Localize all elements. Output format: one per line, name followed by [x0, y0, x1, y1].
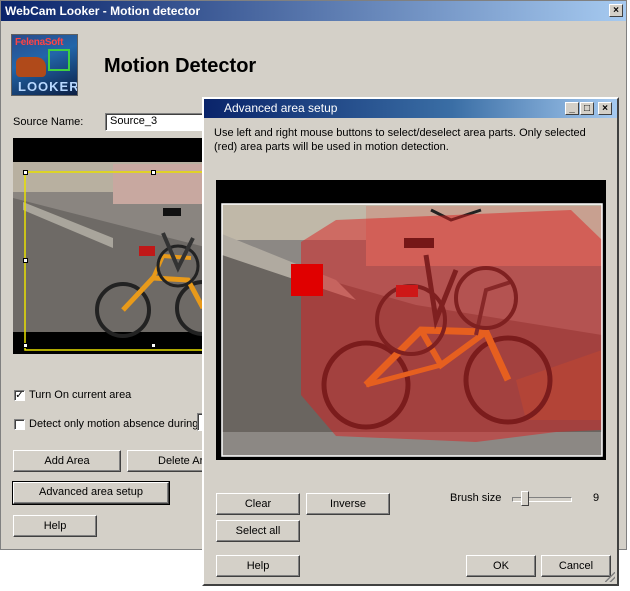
ok-button[interactable]: OK	[466, 555, 536, 577]
logo-car-icon	[16, 57, 46, 77]
advanced-area-dialog: Advanced area setup _ □ × Use left and r…	[202, 97, 619, 586]
clear-button[interactable]: Clear	[216, 493, 300, 515]
camera-preview[interactable]	[13, 138, 209, 354]
area-handle-bm[interactable]	[151, 343, 156, 348]
dialog-title: Advanced area setup	[224, 101, 338, 115]
logo-top-text: FelenaSoft	[15, 37, 64, 48]
dialog-maximize-button[interactable]: □	[580, 102, 594, 115]
main-help-button[interactable]: Help	[13, 515, 97, 537]
resize-grip-icon[interactable]	[605, 572, 615, 582]
dialog-instructions: Use left and right mouse buttons to sele…	[214, 127, 586, 153]
inverse-button[interactable]: Inverse	[306, 493, 390, 515]
dialog-titlebar[interactable]: Advanced area setup	[204, 99, 617, 118]
brush-size-value: 9	[593, 492, 600, 504]
area-handle-ml[interactable]	[23, 258, 28, 263]
motion-absence-label: Detect only motion absence during	[29, 418, 199, 430]
area-handle-bl[interactable]	[23, 343, 28, 348]
area-editor-canvas[interactable]	[216, 180, 606, 460]
page-heading: Motion Detector	[104, 55, 257, 77]
main-close-button[interactable]: ×	[609, 4, 623, 17]
selected-area-overlay	[301, 210, 602, 442]
brush-size-label: Brush size	[450, 492, 502, 504]
motion-absence-checkbox[interactable]	[14, 419, 25, 430]
dialog-minimize-button[interactable]: _	[565, 102, 579, 115]
turn-on-area-label: Turn On current area	[29, 389, 132, 401]
source-name-label: Source Name:	[13, 116, 84, 128]
area-handle-tm[interactable]	[151, 170, 156, 175]
dialog-close-button[interactable]: ×	[598, 102, 612, 115]
camera-preview-image	[13, 162, 209, 351]
brush-size-slider[interactable]	[510, 490, 574, 508]
brush-cursor	[291, 264, 323, 296]
area-editor-image	[221, 203, 603, 457]
app-logo: FelenaSoft LOOKER	[11, 34, 78, 96]
select-all-button[interactable]: Select all	[216, 520, 300, 542]
logo-frame-icon	[48, 49, 70, 71]
cancel-button[interactable]: Cancel	[541, 555, 611, 577]
turn-on-area-checkbox[interactable]: ✓	[14, 390, 25, 401]
main-window-title: WebCam Looker - Motion detector	[5, 4, 201, 18]
area-handle-tl[interactable]	[23, 170, 28, 175]
add-area-button[interactable]: Add Area	[13, 450, 121, 472]
brush-slider-thumb[interactable]	[521, 491, 529, 506]
logo-bottom-text: LOOKER	[18, 79, 78, 94]
dialog-help-button[interactable]: Help	[216, 555, 300, 577]
advanced-area-setup-button[interactable]: Advanced area setup	[12, 481, 170, 505]
main-titlebar[interactable]: WebCam Looker - Motion detector	[1, 1, 626, 21]
